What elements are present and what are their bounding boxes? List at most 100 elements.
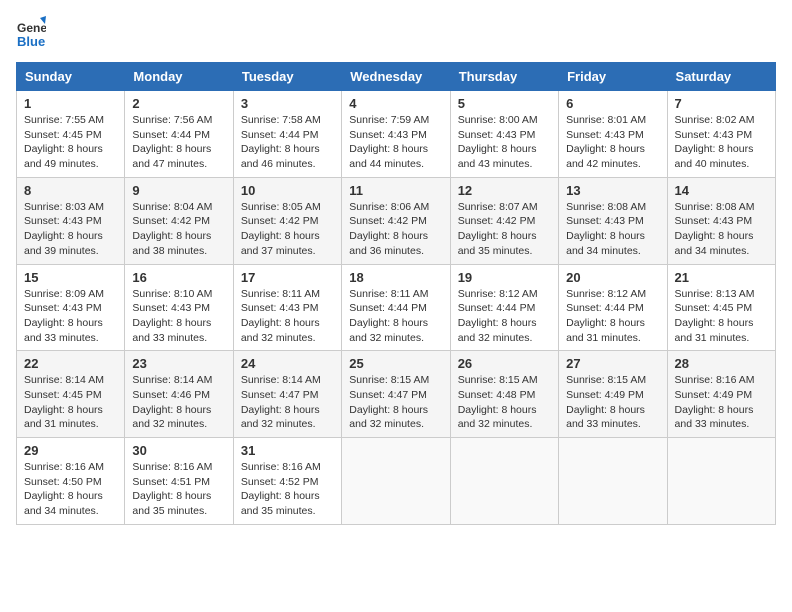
day-number: 7 xyxy=(675,96,768,111)
calendar-cell: 13 Sunrise: 8:08 AMSunset: 4:43 PMDaylig… xyxy=(559,177,667,264)
calendar-cell: 9 Sunrise: 8:04 AMSunset: 4:42 PMDayligh… xyxy=(125,177,233,264)
weekday-header-tuesday: Tuesday xyxy=(233,63,341,91)
cell-info: Sunrise: 8:16 AMSunset: 4:52 PMDaylight:… xyxy=(241,461,321,517)
day-number: 24 xyxy=(241,356,334,371)
day-number: 2 xyxy=(132,96,225,111)
calendar-cell: 24 Sunrise: 8:14 AMSunset: 4:47 PMDaylig… xyxy=(233,351,341,438)
day-number: 26 xyxy=(458,356,551,371)
cell-info: Sunrise: 8:01 AMSunset: 4:43 PMDaylight:… xyxy=(566,114,646,170)
day-number: 30 xyxy=(132,443,225,458)
calendar-week-2: 8 Sunrise: 8:03 AMSunset: 4:43 PMDayligh… xyxy=(17,177,776,264)
cell-info: Sunrise: 8:15 AMSunset: 4:49 PMDaylight:… xyxy=(566,374,646,430)
weekday-header-friday: Friday xyxy=(559,63,667,91)
day-number: 23 xyxy=(132,356,225,371)
calendar-cell xyxy=(559,438,667,525)
calendar-cell: 14 Sunrise: 8:08 AMSunset: 4:43 PMDaylig… xyxy=(667,177,775,264)
weekday-header-wednesday: Wednesday xyxy=(342,63,450,91)
day-number: 10 xyxy=(241,183,334,198)
cell-info: Sunrise: 8:14 AMSunset: 4:46 PMDaylight:… xyxy=(132,374,212,430)
cell-info: Sunrise: 8:16 AMSunset: 4:49 PMDaylight:… xyxy=(675,374,755,430)
day-number: 22 xyxy=(24,356,117,371)
logo-shape: General Blue xyxy=(16,16,46,52)
day-number: 9 xyxy=(132,183,225,198)
calendar-cell: 26 Sunrise: 8:15 AMSunset: 4:48 PMDaylig… xyxy=(450,351,558,438)
day-number: 31 xyxy=(241,443,334,458)
day-number: 3 xyxy=(241,96,334,111)
day-number: 21 xyxy=(675,270,768,285)
cell-info: Sunrise: 7:58 AMSunset: 4:44 PMDaylight:… xyxy=(241,114,321,170)
weekday-header-thursday: Thursday xyxy=(450,63,558,91)
calendar-cell: 28 Sunrise: 8:16 AMSunset: 4:49 PMDaylig… xyxy=(667,351,775,438)
calendar-cell: 17 Sunrise: 8:11 AMSunset: 4:43 PMDaylig… xyxy=(233,264,341,351)
calendar-table: SundayMondayTuesdayWednesdayThursdayFrid… xyxy=(16,62,776,525)
calendar-cell: 29 Sunrise: 8:16 AMSunset: 4:50 PMDaylig… xyxy=(17,438,125,525)
calendar-cell: 20 Sunrise: 8:12 AMSunset: 4:44 PMDaylig… xyxy=(559,264,667,351)
calendar-cell: 19 Sunrise: 8:12 AMSunset: 4:44 PMDaylig… xyxy=(450,264,558,351)
calendar-week-3: 15 Sunrise: 8:09 AMSunset: 4:43 PMDaylig… xyxy=(17,264,776,351)
calendar-cell: 25 Sunrise: 8:15 AMSunset: 4:47 PMDaylig… xyxy=(342,351,450,438)
svg-text:General: General xyxy=(17,21,46,35)
cell-info: Sunrise: 8:04 AMSunset: 4:42 PMDaylight:… xyxy=(132,201,212,257)
calendar-cell: 21 Sunrise: 8:13 AMSunset: 4:45 PMDaylig… xyxy=(667,264,775,351)
day-number: 27 xyxy=(566,356,659,371)
cell-info: Sunrise: 8:12 AMSunset: 4:44 PMDaylight:… xyxy=(566,288,646,344)
cell-info: Sunrise: 8:15 AMSunset: 4:47 PMDaylight:… xyxy=(349,374,429,430)
day-number: 8 xyxy=(24,183,117,198)
day-number: 15 xyxy=(24,270,117,285)
day-number: 14 xyxy=(675,183,768,198)
calendar-cell: 5 Sunrise: 8:00 AMSunset: 4:43 PMDayligh… xyxy=(450,91,558,178)
calendar-week-1: 1 Sunrise: 7:55 AMSunset: 4:45 PMDayligh… xyxy=(17,91,776,178)
cell-info: Sunrise: 8:00 AMSunset: 4:43 PMDaylight:… xyxy=(458,114,538,170)
calendar-cell: 18 Sunrise: 8:11 AMSunset: 4:44 PMDaylig… xyxy=(342,264,450,351)
day-number: 5 xyxy=(458,96,551,111)
cell-info: Sunrise: 8:14 AMSunset: 4:47 PMDaylight:… xyxy=(241,374,321,430)
cell-info: Sunrise: 8:10 AMSunset: 4:43 PMDaylight:… xyxy=(132,288,212,344)
cell-info: Sunrise: 8:11 AMSunset: 4:43 PMDaylight:… xyxy=(241,288,320,344)
day-number: 12 xyxy=(458,183,551,198)
cell-info: Sunrise: 8:09 AMSunset: 4:43 PMDaylight:… xyxy=(24,288,104,344)
calendar-week-5: 29 Sunrise: 8:16 AMSunset: 4:50 PMDaylig… xyxy=(17,438,776,525)
day-number: 11 xyxy=(349,183,442,198)
calendar-cell: 1 Sunrise: 7:55 AMSunset: 4:45 PMDayligh… xyxy=(17,91,125,178)
calendar-cell: 27 Sunrise: 8:15 AMSunset: 4:49 PMDaylig… xyxy=(559,351,667,438)
cell-info: Sunrise: 8:13 AMSunset: 4:45 PMDaylight:… xyxy=(675,288,755,344)
cell-info: Sunrise: 8:02 AMSunset: 4:43 PMDaylight:… xyxy=(675,114,755,170)
calendar-cell: 2 Sunrise: 7:56 AMSunset: 4:44 PMDayligh… xyxy=(125,91,233,178)
day-number: 1 xyxy=(24,96,117,111)
cell-info: Sunrise: 8:08 AMSunset: 4:43 PMDaylight:… xyxy=(675,201,755,257)
calendar-cell: 11 Sunrise: 8:06 AMSunset: 4:42 PMDaylig… xyxy=(342,177,450,264)
day-number: 6 xyxy=(566,96,659,111)
day-number: 4 xyxy=(349,96,442,111)
day-number: 19 xyxy=(458,270,551,285)
cell-info: Sunrise: 8:03 AMSunset: 4:43 PMDaylight:… xyxy=(24,201,104,257)
cell-info: Sunrise: 7:56 AMSunset: 4:44 PMDaylight:… xyxy=(132,114,212,170)
calendar-cell xyxy=(450,438,558,525)
cell-info: Sunrise: 8:05 AMSunset: 4:42 PMDaylight:… xyxy=(241,201,321,257)
cell-info: Sunrise: 8:15 AMSunset: 4:48 PMDaylight:… xyxy=(458,374,538,430)
day-number: 16 xyxy=(132,270,225,285)
calendar-cell: 16 Sunrise: 8:10 AMSunset: 4:43 PMDaylig… xyxy=(125,264,233,351)
calendar-cell: 31 Sunrise: 8:16 AMSunset: 4:52 PMDaylig… xyxy=(233,438,341,525)
cell-info: Sunrise: 8:16 AMSunset: 4:51 PMDaylight:… xyxy=(132,461,212,517)
weekday-header-monday: Monday xyxy=(125,63,233,91)
day-number: 13 xyxy=(566,183,659,198)
cell-info: Sunrise: 8:12 AMSunset: 4:44 PMDaylight:… xyxy=(458,288,538,344)
cell-info: Sunrise: 8:16 AMSunset: 4:50 PMDaylight:… xyxy=(24,461,104,517)
svg-text:Blue: Blue xyxy=(17,34,45,49)
calendar-cell xyxy=(667,438,775,525)
weekday-header-saturday: Saturday xyxy=(667,63,775,91)
calendar-cell: 12 Sunrise: 8:07 AMSunset: 4:42 PMDaylig… xyxy=(450,177,558,264)
calendar-week-4: 22 Sunrise: 8:14 AMSunset: 4:45 PMDaylig… xyxy=(17,351,776,438)
day-number: 20 xyxy=(566,270,659,285)
calendar-cell: 15 Sunrise: 8:09 AMSunset: 4:43 PMDaylig… xyxy=(17,264,125,351)
calendar-cell: 4 Sunrise: 7:59 AMSunset: 4:43 PMDayligh… xyxy=(342,91,450,178)
cell-info: Sunrise: 8:07 AMSunset: 4:42 PMDaylight:… xyxy=(458,201,538,257)
calendar-cell: 30 Sunrise: 8:16 AMSunset: 4:51 PMDaylig… xyxy=(125,438,233,525)
calendar-cell: 6 Sunrise: 8:01 AMSunset: 4:43 PMDayligh… xyxy=(559,91,667,178)
calendar-cell: 8 Sunrise: 8:03 AMSunset: 4:43 PMDayligh… xyxy=(17,177,125,264)
day-number: 17 xyxy=(241,270,334,285)
page-header: General Blue xyxy=(16,16,776,52)
calendar-cell: 10 Sunrise: 8:05 AMSunset: 4:42 PMDaylig… xyxy=(233,177,341,264)
day-number: 18 xyxy=(349,270,442,285)
calendar-cell: 3 Sunrise: 7:58 AMSunset: 4:44 PMDayligh… xyxy=(233,91,341,178)
